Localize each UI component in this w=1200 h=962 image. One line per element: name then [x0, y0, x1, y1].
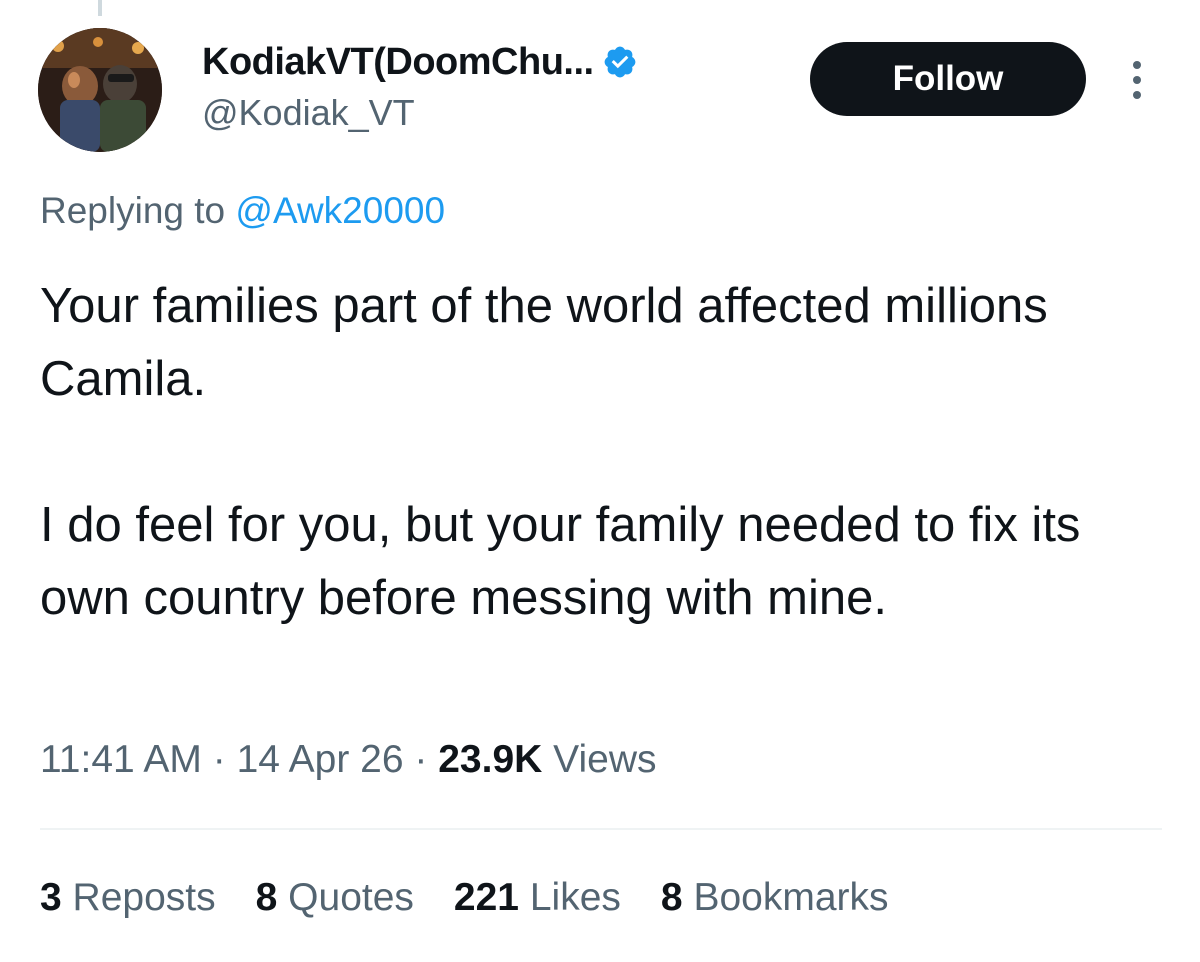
- replying-to-label: Replying to: [40, 190, 226, 231]
- likes-count: 221: [453, 876, 519, 919]
- likes-stat[interactable]: 221 Likes: [454, 876, 621, 920]
- divider: [40, 828, 1162, 830]
- likes-label: Likes: [529, 876, 621, 919]
- follow-button[interactable]: Follow: [810, 42, 1086, 116]
- bookmarks-label: Bookmarks: [693, 876, 889, 919]
- reply-mention-link[interactable]: @Awk20000: [235, 190, 445, 231]
- quotes-label: Quotes: [288, 876, 414, 919]
- author-name-row[interactable]: KodiakVT(DoomChu...: [202, 38, 638, 86]
- meta-separator: ·: [212, 738, 226, 781]
- tweet-date[interactable]: 14 Apr 26: [237, 738, 404, 781]
- bookmarks-stat[interactable]: 8 Bookmarks: [661, 876, 889, 920]
- author-handle[interactable]: @Kodiak_VT: [202, 92, 415, 134]
- quotes-count: 8: [255, 876, 278, 919]
- verified-badge-icon: [602, 44, 638, 80]
- reposts-count: 3: [40, 876, 62, 919]
- tweet-paragraph-2: I do feel for you, but your family neede…: [40, 498, 1081, 625]
- avatar[interactable]: [38, 28, 162, 152]
- quotes-stat[interactable]: 8 Quotes: [256, 876, 414, 920]
- reposts-label: Reposts: [72, 876, 216, 919]
- more-options-icon[interactable]: [1124, 58, 1150, 102]
- avatar-image: [38, 28, 162, 152]
- views-label: Views: [553, 738, 657, 781]
- tweet-paragraph-1: Your families part of the world affected…: [40, 279, 1048, 406]
- tweet-time[interactable]: 11:41 AM: [40, 738, 202, 781]
- author-display-name[interactable]: KodiakVT(DoomChu...: [202, 41, 594, 84]
- reposts-stat[interactable]: 3 Reposts: [40, 876, 216, 920]
- meta-separator: ·: [414, 738, 428, 781]
- bookmarks-count: 8: [660, 876, 683, 919]
- replying-to-line: Replying to @Awk20000: [40, 190, 445, 232]
- engagement-stats: 3 Reposts 8 Quotes 221 Likes 8 Bookmarks: [40, 876, 929, 920]
- tweet-body: Your families part of the world affected…: [40, 270, 1160, 635]
- views-count: 23.9K: [438, 738, 543, 781]
- tweet-meta: 11:41 AM · 14 Apr 26 · 23.9K Views: [40, 738, 656, 782]
- thread-connector-line: [98, 0, 102, 16]
